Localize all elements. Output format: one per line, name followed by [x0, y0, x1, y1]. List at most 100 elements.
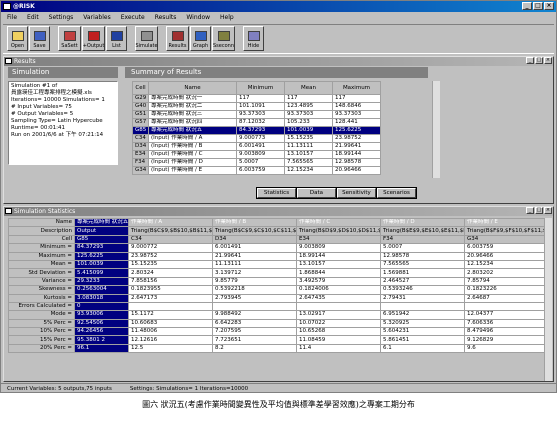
close-icon[interactable]: ×	[544, 57, 552, 64]
stats-scrollbar[interactable]	[544, 218, 552, 381]
menu-window[interactable]: Window	[186, 12, 210, 23]
close-icon[interactable]: ×	[544, 2, 554, 10]
button-statistics[interactable]: Statistics	[257, 188, 296, 198]
stats-row-label: Variance =	[8, 276, 75, 287]
menu-file[interactable]: File	[7, 12, 17, 23]
summary-column-header[interactable]: Cell	[132, 81, 149, 95]
summary-row[interactable]: G57 專案完成時間 狀況四 87.12032 105.233 128.441	[132, 118, 381, 127]
stats-cell: 1.868844	[296, 268, 381, 278]
stats-cell: 10.65268	[296, 327, 381, 337]
maximize-icon[interactable]: □	[533, 2, 543, 10]
menu-variables[interactable]: Variables	[83, 12, 110, 23]
close-icon[interactable]: ×	[544, 207, 552, 214]
toolbar-button-list[interactable]: List	[106, 26, 127, 51]
toolbar-button-results[interactable]: Results	[166, 26, 189, 51]
summary-row[interactable]: D34 (Input) 作業時間 / B 6.001491 11.13111 21.99…	[132, 142, 381, 151]
stats-column-description[interactable]: Triang(B$F$9,$F$10,$F$11,$F	[464, 226, 549, 236]
stats-cell: 11.4	[296, 343, 381, 354]
summary-cell: (Input) 作業時間 / E	[148, 166, 237, 175]
stats-row: Skewness = 0.2563004 0.1823955 0.5392218 0.1…	[8, 285, 549, 295]
stats-cell: 9.003809	[296, 243, 381, 253]
connect-icon	[217, 31, 230, 41]
figure-caption: 圖六 狀況五(考慮作業時間變異性及平均值與標準差學習效應)之專案工期分布	[142, 400, 415, 409]
summary-cell: 125.6225	[332, 126, 381, 135]
button-sensitivity[interactable]: Sensitivity	[337, 188, 376, 198]
stats-column-name[interactable]: 專案完成時間 狀況五	[74, 217, 129, 228]
stats-cell: 9.85779	[212, 276, 297, 287]
stats-row-label: Description	[8, 226, 75, 236]
toolbar-button-label: Results	[168, 43, 187, 49]
stats-cell: 21.99641	[212, 251, 297, 261]
stats-cell: 12.04377	[464, 310, 549, 320]
menu-results[interactable]: Results	[155, 12, 177, 23]
summary-cell: 20.96466	[332, 166, 381, 175]
menu-execute[interactable]: Execute	[121, 12, 145, 23]
minimize-icon[interactable]: _	[526, 57, 534, 64]
toolbar-button-graph[interactable]: Graph	[190, 26, 211, 51]
stats-column-cell[interactable]: F34	[380, 234, 465, 245]
stats-column-cell[interactable]: G34	[464, 234, 549, 245]
toolbar-button-hide[interactable]: Hide	[243, 26, 264, 51]
settings-icon	[63, 31, 76, 41]
stats-column-name[interactable]: 作業時間 / B	[212, 217, 297, 228]
simulation-line: # Output Variables= 5	[11, 111, 74, 117]
summary-row[interactable]: G51 專案完成時間 狀況三 93.37303 93.37303 93.37303	[132, 110, 381, 119]
stats-cell: 9.988492	[212, 310, 297, 320]
stats-column-name[interactable]: 作業時間 / D	[380, 217, 465, 228]
stats-column-description[interactable]: Triang(B$D$9,$D$10,$D$11,$D	[296, 226, 381, 236]
button-data[interactable]: Data	[297, 188, 336, 198]
stats-column-cell[interactable]: E34	[296, 234, 381, 245]
stats-column-description[interactable]: Triang(B$C$9,$B$10,$B$11,$B	[128, 226, 213, 236]
button-scenarios[interactable]: Scenarios	[377, 188, 416, 198]
summary-row[interactable]: F34 (Input) 作業時間 / D 5.0007 7.565565 12.9857…	[132, 158, 381, 167]
stats-column-name[interactable]: 作業時間 / C	[296, 217, 381, 228]
stats-column-description[interactable]: Triang(B$C$9,$C$10,$C$11,$C	[212, 226, 297, 236]
hide-icon	[247, 31, 260, 41]
stats-column-cell[interactable]: C34	[128, 234, 213, 245]
summary-cell: G34	[132, 166, 149, 175]
stats-cell: 15.15235	[128, 259, 213, 270]
minimize-icon[interactable]: _	[526, 207, 534, 214]
toolbar-button-simulate[interactable]: Simulate	[135, 26, 158, 51]
stats-column-name[interactable]: 作業時間 / E	[464, 217, 549, 228]
summary-scrollbar[interactable]	[432, 81, 440, 178]
toolbar-button-sseconn[interactable]: Sseconn	[212, 26, 235, 51]
stats-column-cell[interactable]: D34	[212, 234, 297, 245]
summary-column-header[interactable]: Name	[148, 81, 237, 95]
stats-cell: 0	[74, 301, 129, 312]
summary-cell: D34	[132, 142, 149, 151]
summary-row[interactable]: G40 專案完成時間 狀況二 101.1091 123.4895 148.6846	[132, 102, 381, 111]
summary-column-header[interactable]: Minimum	[236, 81, 285, 95]
menu-settings[interactable]: Settings	[49, 12, 74, 23]
stats-column-name[interactable]: 作業時間 / A	[128, 217, 213, 228]
toolbar-button-save[interactable]: Save	[29, 26, 50, 51]
summary-header: Summary of Results	[125, 67, 428, 78]
stats-row-label: 20% Perc =	[8, 343, 75, 354]
stats-column-description[interactable]: Output	[74, 226, 129, 236]
summary-cell: (Input) 作業時間 / D	[148, 158, 237, 167]
stats-cell: 0.5393246	[380, 285, 465, 295]
stats-column-description[interactable]: Triang(B$E$9,$E$10,$E$11,$E	[380, 226, 465, 236]
summary-cell: 117	[284, 94, 333, 103]
stats-cell: 6.1	[380, 343, 465, 354]
menu-help[interactable]: Help	[220, 12, 234, 23]
maximize-icon[interactable]: □	[535, 57, 543, 64]
summary-row[interactable]: G34 (Input) 作業時間 / E 6.003759 12.15234 20.96…	[132, 166, 381, 175]
summary-column-header[interactable]: Maximum	[332, 81, 381, 95]
stats-cell: 2.79431	[380, 293, 465, 303]
summary-column-header[interactable]: Mean	[284, 81, 333, 95]
minimize-icon[interactable]: _	[522, 2, 532, 10]
toolbar-button-open[interactable]: Open	[7, 26, 28, 51]
stats-cell: 0.1824006	[296, 285, 381, 295]
stats-column-cell[interactable]: G85	[74, 234, 129, 245]
summary-cell: 專案完成時間 狀況二	[148, 102, 237, 111]
summary-row[interactable]: E34 (Input) 作業時間 / C 9.003809 13.10157 18.99…	[132, 150, 381, 159]
toolbar-button-output[interactable]: +Output	[82, 26, 105, 51]
stats-cell: 7.858156	[128, 276, 213, 287]
summary-row[interactable]: C34 (Input) 作業時間 / A 9.000773 15.15235 23.98…	[132, 134, 381, 143]
summary-row[interactable]: G85 專案完成時間 狀況五 84.37293 101.0039 125.6225	[132, 126, 381, 135]
maximize-icon[interactable]: □	[535, 207, 543, 214]
toolbar-button-sasett[interactable]: SaSett	[58, 26, 81, 51]
summary-row[interactable]: G29 專案完成時間 狀況一 117 117 117	[132, 94, 381, 103]
menu-edit[interactable]: Edit	[27, 12, 39, 23]
